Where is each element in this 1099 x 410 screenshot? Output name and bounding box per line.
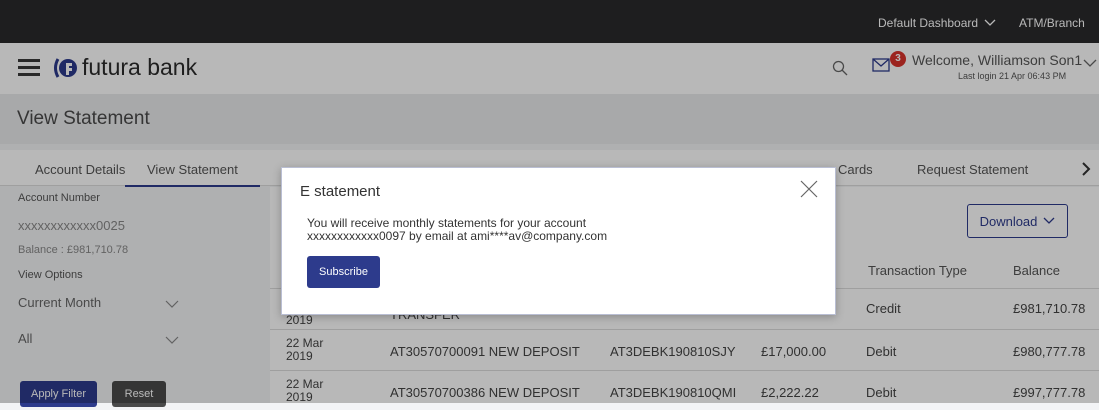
close-icon[interactable] — [800, 180, 818, 198]
modal-title: E statement — [300, 183, 381, 200]
estatement-modal: E statement You will receive monthly sta… — [281, 167, 836, 315]
modal-message: You will receive monthly statements for … — [307, 216, 608, 243]
subscribe-button[interactable]: Subscribe — [307, 256, 380, 288]
